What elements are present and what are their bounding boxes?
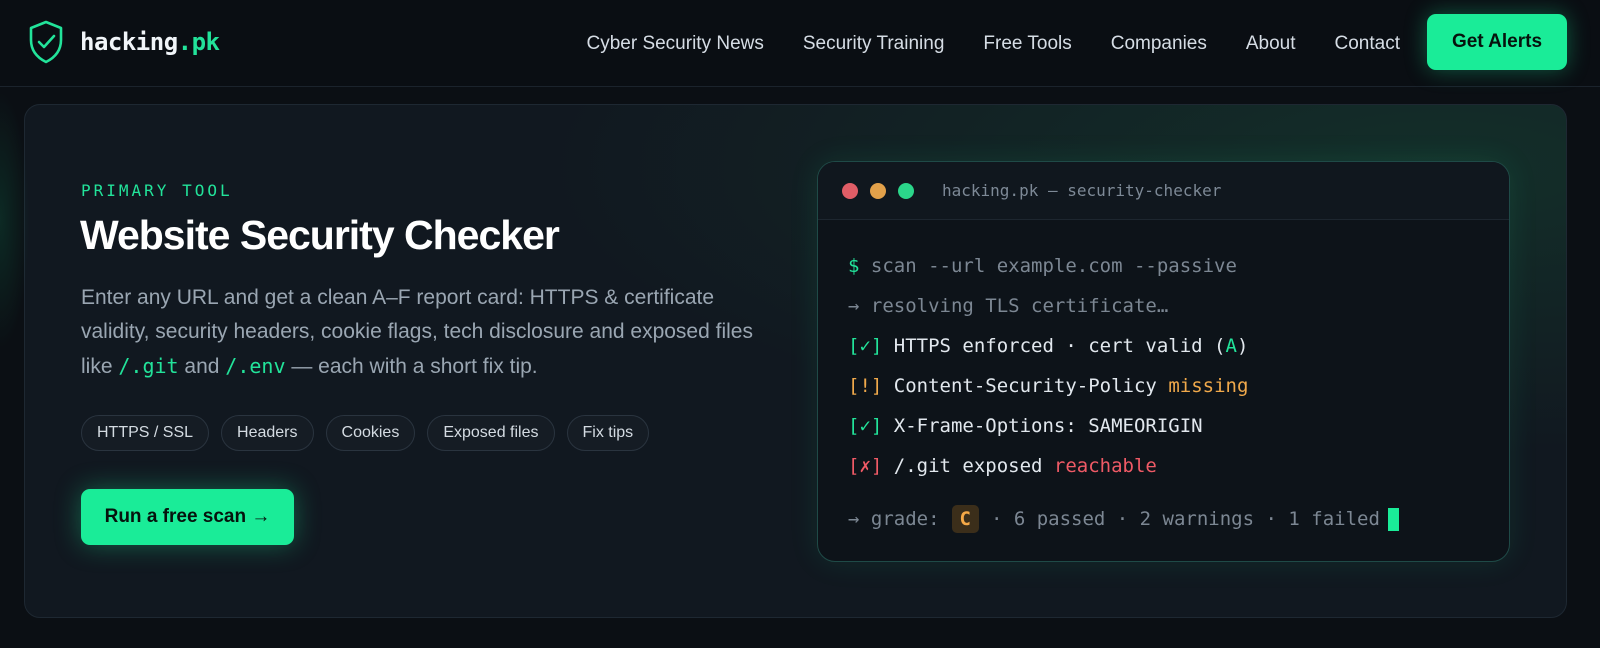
result-text: HTTPS enforced · cert valid ( — [882, 335, 1226, 357]
result-highlight: missing — [1168, 375, 1249, 397]
chip-exposed-files: Exposed files — [427, 415, 555, 451]
scan-command: scan --url example.com --passive — [859, 255, 1237, 277]
hero-description: Enter any URL and get a clean A–F report… — [81, 281, 781, 384]
result-line-xframe: [✓] X-Frame-Options: SAMEORIGIN — [848, 406, 1479, 446]
nav-link-contact[interactable]: Contact — [1335, 33, 1400, 55]
logo-tld: .pk — [177, 28, 220, 56]
chip-https-ssl: HTTPS / SSL — [81, 415, 210, 451]
nav-link-free-tools[interactable]: Free Tools — [983, 33, 1071, 55]
main-nav: Cyber Security News Security Training Fr… — [547, 0, 1400, 87]
maximize-dot-icon — [898, 182, 914, 199]
code-env-path: /.env — [225, 354, 286, 378]
terminal-titlebar: hacking.pk — security-checker — [818, 162, 1509, 220]
chip-cookies: Cookies — [325, 415, 416, 451]
result-text: X-Frame-Options: SAMEORIGIN — [882, 415, 1203, 437]
logo-text: hacking.pk — [80, 28, 220, 56]
check-mark-icon: [✓] — [848, 415, 883, 437]
minimize-dot-icon — [870, 182, 886, 199]
chip-headers: Headers — [221, 415, 314, 451]
grade-summary-line: → grade: C · 6 passed · 2 warnings · 1 fai… — [848, 496, 1479, 542]
logo-name: hacking — [80, 28, 178, 56]
nav-link-companies[interactable]: Companies — [1111, 33, 1207, 55]
description-text: — each with a short fix tip. — [285, 355, 538, 378]
terminal-command-line: $ scan --url example.com --passive — [848, 246, 1479, 286]
result-highlight: A — [1225, 335, 1237, 357]
grade-badge: C — [951, 505, 979, 533]
close-dot-icon — [842, 182, 858, 199]
result-suffix: ) — [1236, 335, 1249, 357]
cross-mark-icon: [✗] — [848, 455, 883, 477]
run-free-scan-button[interactable]: Run a free scan → — [81, 489, 294, 545]
feature-chips: HTTPS / SSL Headers Cookies Exposed file… — [81, 415, 661, 451]
result-line-csp: [!] Content-Security-Policy missing — [848, 366, 1479, 406]
terminal-output: $ scan --url example.com --passive → res… — [818, 246, 1509, 542]
decorative-glow — [0, 90, 30, 350]
result-line-https: [✓] HTTPS enforced · cert valid (A) — [848, 326, 1479, 366]
code-git-path: /.git — [118, 354, 179, 378]
warning-mark-icon: [!] — [848, 375, 883, 397]
terminal-title: hacking.pk — security-checker — [942, 181, 1222, 200]
description-text: and — [178, 355, 226, 378]
nav-link-about[interactable]: About — [1246, 33, 1296, 55]
result-highlight: reachable — [1053, 455, 1157, 477]
chip-fix-tips: Fix tips — [566, 415, 650, 451]
terminal-window: hacking.pk — security-checker $ scan --u… — [817, 161, 1510, 562]
get-alerts-button[interactable]: Get Alerts — [1427, 14, 1567, 70]
result-line-git: [✗] /.git exposed reachable — [848, 446, 1479, 486]
eyebrow-label: PRIMARY TOOL — [81, 181, 233, 200]
terminal-cursor — [1387, 507, 1399, 531]
top-navbar: hacking.pk Cyber Security News Security … — [0, 0, 1600, 87]
site-logo[interactable]: hacking.pk — [28, 20, 220, 64]
check-mark-icon: [✓] — [848, 335, 883, 357]
result-text: Content-Security-Policy — [882, 375, 1169, 397]
result-text: /.git exposed — [882, 455, 1054, 477]
shield-check-icon — [29, 20, 63, 64]
page-title: Website Security Checker — [80, 212, 560, 258]
terminal-resolving-line: → resolving TLS certificate… — [848, 295, 1169, 317]
grade-prefix: → grade: — [848, 508, 940, 530]
nav-link-cyber-security-news[interactable]: Cyber Security News — [586, 33, 763, 55]
nav-link-security-training[interactable]: Security Training — [803, 33, 945, 55]
grade-summary: · 6 passed · 2 warnings · 1 failed — [990, 508, 1380, 530]
prompt-symbol: $ — [848, 255, 860, 277]
